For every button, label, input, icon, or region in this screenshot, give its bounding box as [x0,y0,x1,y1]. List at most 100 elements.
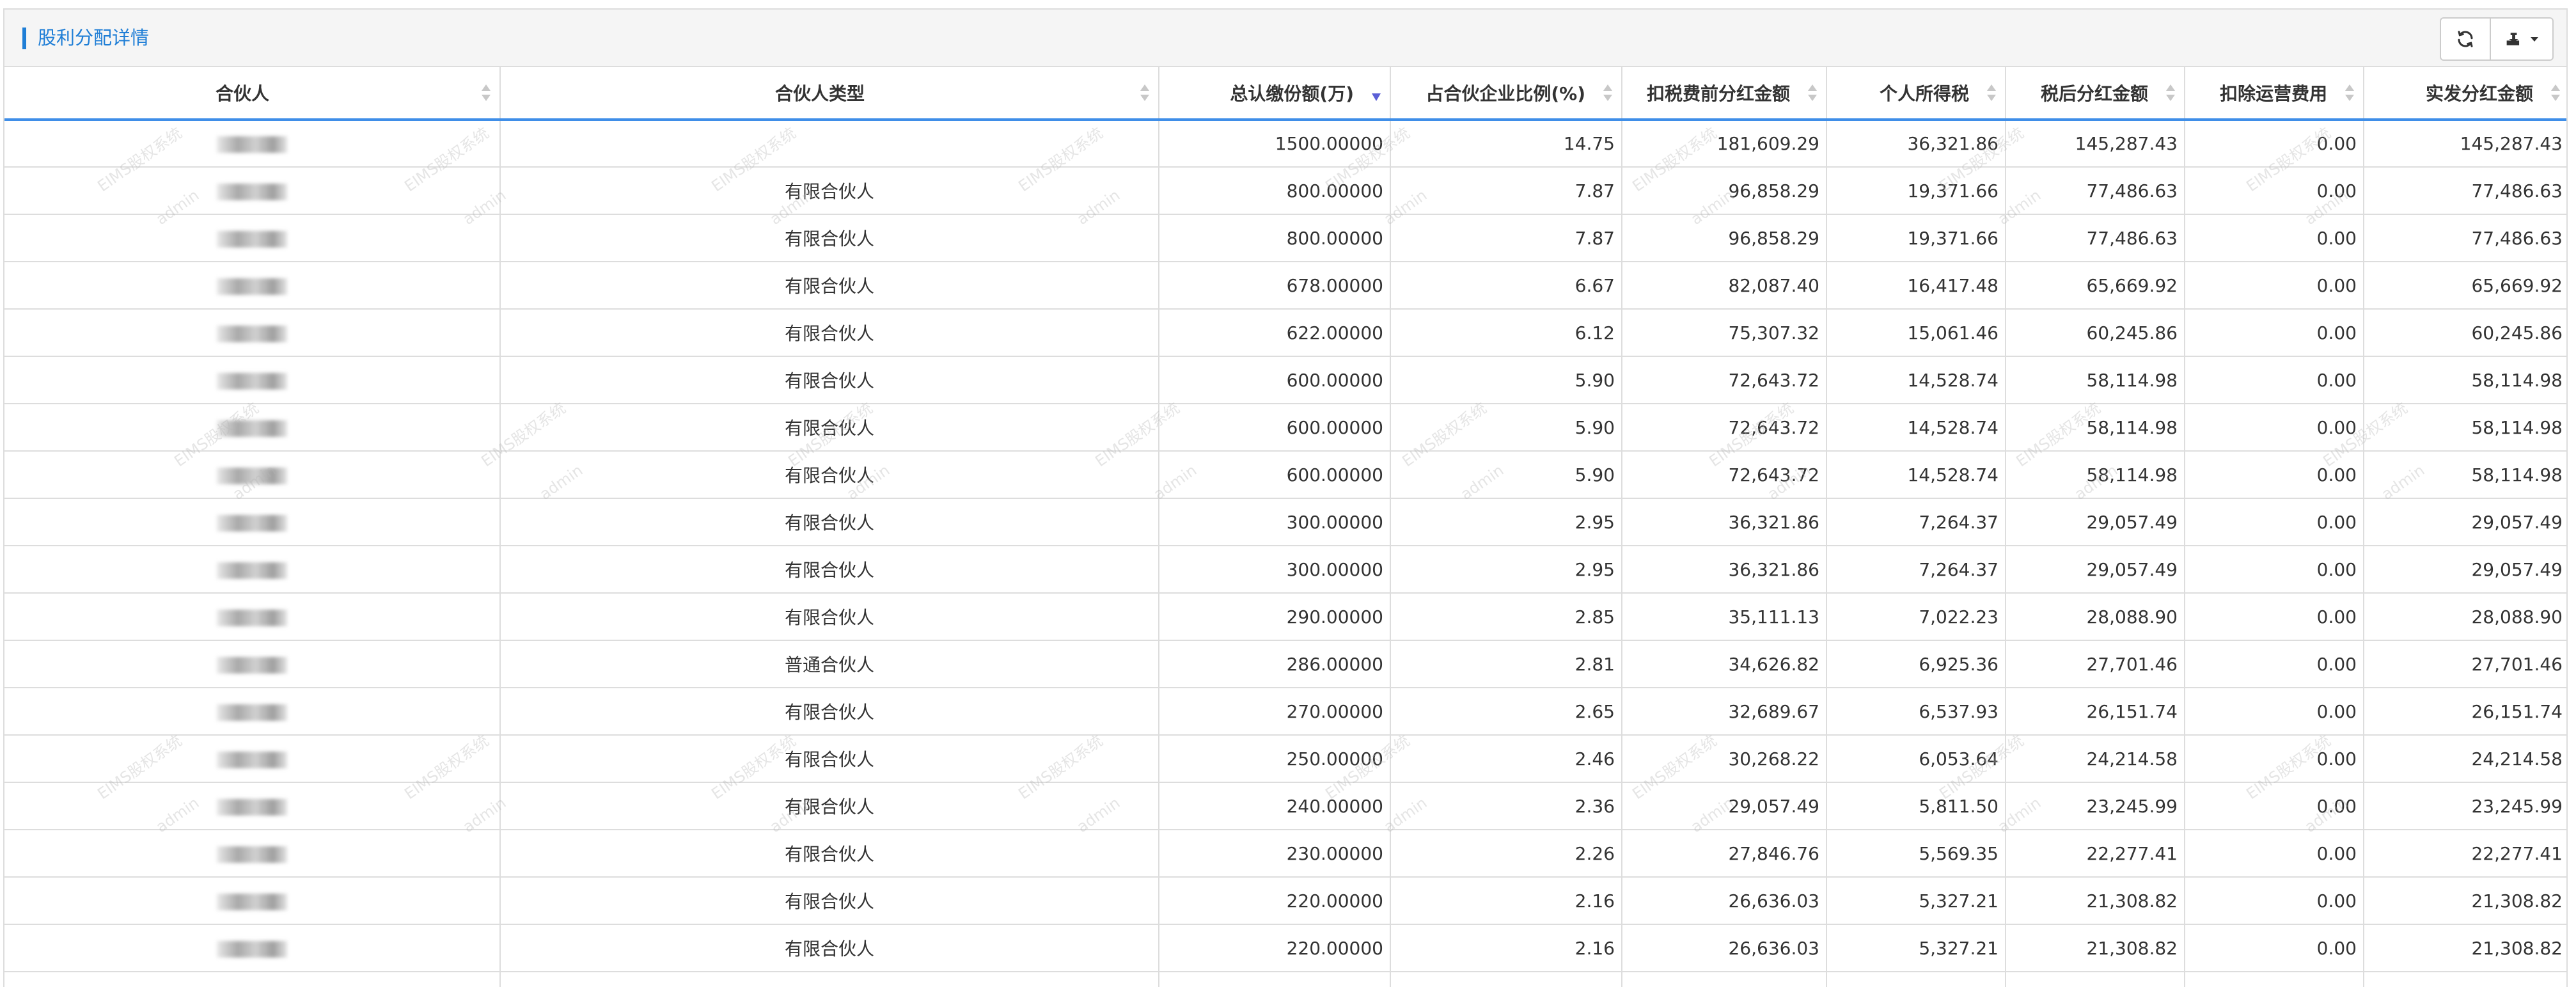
column-header-5[interactable]: 个人所得税 [1826,67,2006,121]
table-cell-col-7: 0.00 [2185,877,2364,925]
table-cell-col-7: 0.00 [2185,167,2364,215]
table-cell-col-4: 75,307.32 [1622,309,1827,357]
table-row[interactable]: 有限合伙人 800.00000 7.87 96,858.29 19,371.66 77,4… [4,167,2566,215]
column-header-7[interactable]: 扣除运营费用 [2185,67,2364,121]
sort-icon[interactable] [2166,84,2175,101]
sort-icon[interactable] [1140,84,1149,101]
table-row[interactable]: 有限合伙人 230.00000 2.26 27,846.76 5,569.35 22,27… [4,830,2566,878]
column-header-label: 税后分红金额 [2040,83,2148,104]
table-row[interactable]: 有限合伙人 678.00000 6.67 82,087.40 16,417.48 65,6… [4,262,2566,310]
column-header-1[interactable]: 合伙人类型 [500,67,1159,121]
table-row[interactable]: 有限合伙人 300.00000 2.95 36,321.86 7,264.37 29,05… [4,498,2566,546]
table-cell-col-5: 5,569.35 [1826,830,2006,878]
table-row[interactable]: 有限合伙人 600.00000 5.90 72,643.72 14,528.74 58,1… [4,451,2566,499]
table-cell-col-6: 58,114.98 [2006,451,2185,499]
table-row[interactable]: 有限合伙人 220.00000 2.16 26,636.03 5,327.21 21,30… [4,924,2566,972]
redacted-partner-name [217,372,287,390]
table-cell-col-2: 290.00000 [1159,593,1391,641]
table-cell-col-3: 5.90 [1390,451,1622,499]
sort-icon[interactable] [2551,84,2560,101]
sort-desc-icon[interactable] [1372,84,1381,101]
table-cell-col-3: 2.95 [1390,546,1622,594]
export-dropdown-button[interactable] [2490,19,2552,59]
table-row[interactable]: 有限合伙人 300.00000 2.95 36,321.86 7,264.37 29,05… [4,546,2566,594]
toolbar [2440,17,2554,61]
table-cell-col-5: 6,053.64 [1826,735,2006,783]
table-cell-col-8: 65,669.92 [2364,262,2566,310]
table-row[interactable]: 有限合伙人 270.00000 2.65 32,689.67 6,537.93 26,15… [4,688,2566,736]
table-cell-col-7: 0.00 [2185,404,2364,452]
table-cell-col-4: 34,626.82 [1622,640,1827,688]
table-cell-col-3: 2.65 [1390,688,1622,736]
table-cell-col-3: 14.75 [1390,120,1622,168]
table-cell-col-5: 7,264.37 [1826,546,2006,594]
table-row[interactable]: 有限合伙人 290.00000 2.85 35,111.13 7,022.23 28,08… [4,593,2566,641]
sort-icon[interactable] [1808,84,1817,101]
table-cell-col-8: 77,486.63 [2364,214,2566,262]
column-header-6[interactable]: 税后分红金额 [2006,67,2185,121]
table-cell-col-3: 5.90 [1390,356,1622,404]
table-cell-col-7: 0.00 [2185,640,2364,688]
table-cell-col-1: 有限合伙人 [500,688,1159,736]
table-cell-col-3: 2.16 [1390,924,1622,972]
table-row[interactable]: 有限合伙人 240.00000 2.36 29,057.49 5,811.50 23,24… [4,782,2566,830]
table-cell-col-5: 7,264.37 [1826,498,2006,546]
table-cell-col-5: 19,371.66 [1826,214,2006,262]
table-cell-col-2: 220.00000 [1159,877,1391,925]
table-cell-col-6: 21,308.82 [2006,877,2185,925]
panel-title: 股利分配详情 [22,24,149,52]
table-row[interactable]: 有限合伙人 600.00000 5.90 72,643.72 14,528.74 58,1… [4,404,2566,452]
column-header-2[interactable]: 总认缴份额(万) [1159,67,1391,121]
table-cell-col-4: 72,643.72 [1622,451,1827,499]
table-cell-col-0 [4,924,501,972]
table-row[interactable]: 1500.00000 14.75 181,609.29 36,321.86 145,28… [4,120,2566,168]
table-cell-col-5: 6,537.93 [1826,688,2006,736]
table-cell-col-3: 7.87 [1390,167,1622,215]
table-cell-col-3: 6.67 [1390,262,1622,310]
table-cell-col-5: 7,022.23 [1826,593,2006,641]
sort-icon[interactable] [482,84,491,101]
table-cell-col-6 [2006,972,2185,987]
column-header-0[interactable]: 合伙人 [4,67,501,121]
table-cell-col-4: 26,636.03 [1622,877,1827,925]
redacted-partner-name [217,514,287,532]
table-cell-col-7: 0.00 [2185,830,2364,878]
table-cell-col-5: 14,528.74 [1826,404,2006,452]
sort-icon[interactable] [1603,84,1612,101]
table-cell-col-2: 270.00000 [1159,688,1391,736]
column-header-label: 实发分红金额 [2425,83,2533,104]
table-cell-col-3: 2.46 [1390,735,1622,783]
table-cell-col-0 [4,735,501,783]
refresh-icon [2458,31,2473,47]
table-row[interactable]: 普通合伙人 286.00000 2.81 34,626.82 6,925.36 27,70… [4,640,2566,688]
column-header-8[interactable]: 实发分红金额 [2364,67,2566,121]
panel-header: 股利分配详情 [4,10,2566,67]
table-row[interactable]: 有限合伙人 600.00000 5.90 72,643.72 14,528.74 58,1… [4,356,2566,404]
table-cell-col-0 [4,877,501,925]
table-cell-col-8: 22,277.41 [2364,830,2566,878]
table-cell-col-8: 23,245.99 [2364,782,2566,830]
table-cell-col-6: 24,214.58 [2006,735,2185,783]
table-cell-col-5: 5,327.21 [1826,877,2006,925]
table-cell-col-7: 0.00 [2185,214,2364,262]
table-cell-col-6: 60,245.86 [2006,309,2185,357]
table-row[interactable]: 有限合伙人 800.00000 7.87 96,858.29 19,371.66 77,4… [4,214,2566,262]
table-cell-col-4: 30,268.22 [1622,735,1827,783]
table-cell-col-6: 28,088.90 [2006,593,2185,641]
table-cell-col-0 [4,830,501,878]
table-cell-col-4: 96,858.29 [1622,167,1827,215]
column-header-4[interactable]: 扣税费前分红金额 [1622,67,1827,121]
table-cell-col-1: 有限合伙人 [500,214,1159,262]
table-cell-col-3: 6.12 [1390,309,1622,357]
redacted-partner-name [217,940,287,958]
table-row[interactable] [4,972,2566,987]
table-row[interactable]: 有限合伙人 220.00000 2.16 26,636.03 5,327.21 21,30… [4,877,2566,925]
table-cell-col-0 [4,404,501,452]
refresh-button[interactable] [2441,19,2490,59]
table-row[interactable]: 有限合伙人 250.00000 2.46 30,268.22 6,053.64 24,21… [4,735,2566,783]
table-cell-col-2: 1500.00000 [1159,120,1391,168]
sort-icon[interactable] [2345,84,2354,101]
table-row[interactable]: 有限合伙人 622.00000 6.12 75,307.32 15,061.46 60,2… [4,309,2566,357]
sort-icon[interactable] [1987,84,1996,101]
column-header-3[interactable]: 占合伙企业比例(%) [1390,67,1622,121]
